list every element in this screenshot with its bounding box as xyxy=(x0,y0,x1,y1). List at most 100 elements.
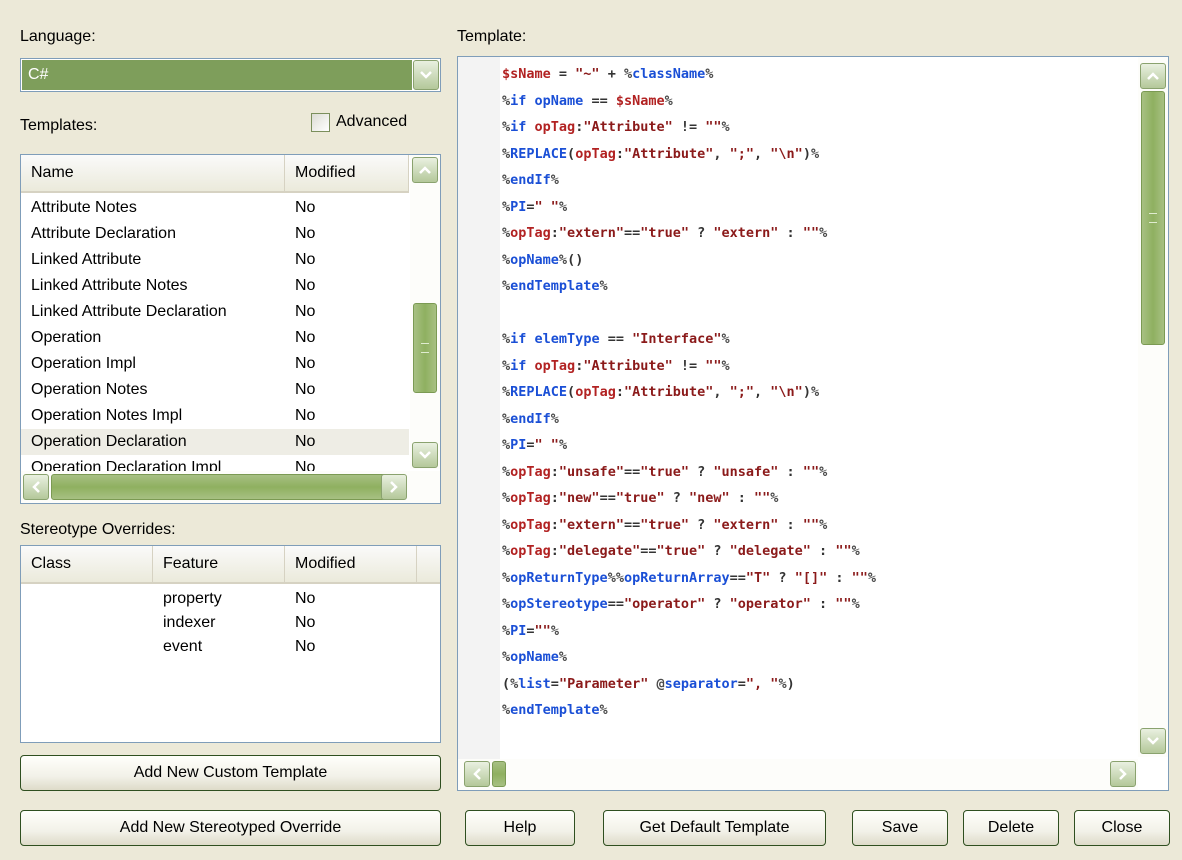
templates-listview[interactable]: Name Modified Attribute Notes No Attribute… xyxy=(20,154,441,504)
code-line: %if opTag:"Attribute" != ""% xyxy=(502,357,730,374)
column-header-modified[interactable]: Modified xyxy=(285,546,417,582)
delete-button[interactable]: Delete xyxy=(963,810,1059,846)
column-header-class[interactable]: Class xyxy=(21,546,153,582)
override-list-item[interactable]: indexer No xyxy=(21,610,440,636)
scroll-up-button[interactable] xyxy=(412,157,438,183)
override-list-item[interactable]: property No xyxy=(21,586,440,612)
override-modified: No xyxy=(295,614,316,631)
template-list-item[interactable]: Linked Attribute Notes No xyxy=(21,273,409,299)
override-feature: property xyxy=(163,590,222,607)
editor-hscrollbar[interactable] xyxy=(458,759,1138,790)
override-list-item[interactable]: event No xyxy=(21,634,440,660)
scroll-down-button[interactable] xyxy=(1140,728,1166,754)
close-button[interactable]: Close xyxy=(1074,810,1170,846)
code-line: %if opName == $sName% xyxy=(502,92,673,109)
editor-vscrollbar[interactable] xyxy=(1138,57,1168,757)
add-stereotyped-override-button[interactable]: Add New Stereotyped Override xyxy=(20,810,441,846)
code-line: (%list="Parameter" @separator=", "%) xyxy=(502,675,795,692)
chevron-left-icon xyxy=(473,768,481,780)
template-list-item[interactable]: Linked Attribute Declaration No xyxy=(21,299,409,325)
chevron-up-icon xyxy=(419,166,431,174)
chevron-down-icon xyxy=(420,71,432,79)
scroll-left-button[interactable] xyxy=(464,761,490,787)
column-header-modified[interactable]: Modified xyxy=(285,155,409,191)
advanced-checkbox[interactable] xyxy=(311,113,330,132)
add-custom-template-button[interactable]: Add New Custom Template xyxy=(20,755,441,791)
dropdown-arrow-button[interactable] xyxy=(413,60,439,90)
code-line: %opReturnType%%opReturnArray=="T" ? "[]"… xyxy=(502,569,876,586)
template-name: Operation Declaration xyxy=(31,433,187,450)
template-modified: No xyxy=(295,355,316,372)
chevron-up-icon xyxy=(1147,72,1159,80)
code-line: %if elemType == "Interface"% xyxy=(502,331,730,347)
template-list-item[interactable]: Operation Notes Impl No xyxy=(21,403,409,429)
template-list-item[interactable]: Attribute Declaration No xyxy=(21,221,409,247)
override-feature: event xyxy=(163,638,203,655)
chevron-down-icon xyxy=(1147,737,1159,745)
template-modified: No xyxy=(295,329,316,346)
template-name: Linked Attribute Declaration xyxy=(31,303,227,320)
help-button[interactable]: Help xyxy=(465,810,575,846)
code-line: %endIf% xyxy=(502,410,559,427)
scroll-right-button[interactable] xyxy=(1110,761,1136,787)
override-modified: No xyxy=(295,638,316,655)
template-name: Linked Attribute Notes xyxy=(31,277,188,294)
scroll-right-button[interactable] xyxy=(381,474,407,500)
templates-hscrollbar[interactable] xyxy=(21,471,440,503)
template-modified: No xyxy=(295,225,316,242)
override-modified: No xyxy=(295,590,316,607)
code-line: %opTag:"new"=="true" ? "new" : ""% xyxy=(502,490,779,506)
templates-vscrollbar[interactable] xyxy=(410,155,440,469)
template-code-editor[interactable]: $sName = "~" + %className% %if opName == … xyxy=(457,56,1169,791)
language-dropdown[interactable]: C# xyxy=(20,58,441,92)
template-list-item[interactable]: Operation Notes No xyxy=(21,377,409,403)
template-name: Linked Attribute xyxy=(31,251,142,268)
template-modified: No xyxy=(295,277,316,294)
code-line: %opName%() xyxy=(502,251,584,268)
advanced-label: Advanced xyxy=(336,113,408,130)
code-line: %opTag:"extern"=="true" ? "extern" : ""% xyxy=(502,225,828,241)
template-name: Operation Notes Impl xyxy=(31,407,183,424)
template-list-item[interactable]: Operation Impl No xyxy=(21,351,409,377)
template-modified: No xyxy=(295,251,316,268)
template-modified: No xyxy=(295,199,316,216)
template-list-item[interactable]: Operation Declaration No xyxy=(21,429,409,455)
templates-header: Name Modified xyxy=(21,155,409,193)
template-list-item[interactable]: Operation No xyxy=(21,325,409,351)
stereotype-overrides-label: Stereotype Overrides: xyxy=(20,521,176,538)
hscroll-thumb[interactable] xyxy=(51,474,395,500)
get-default-template-button[interactable]: Get Default Template xyxy=(603,810,826,846)
template-name: Operation Impl xyxy=(31,355,136,372)
code-line: %opTag:"extern"=="true" ? "extern" : ""% xyxy=(502,516,828,533)
template-list-item[interactable]: Linked Attribute No xyxy=(21,247,409,273)
column-header-feature[interactable]: Feature xyxy=(153,546,285,582)
code-line: %REPLACE(opTag:"Attribute", ";", "\n")% xyxy=(502,145,820,162)
code-line: %opName% xyxy=(502,649,568,665)
scroll-down-button[interactable] xyxy=(412,442,438,468)
scroll-up-button[interactable] xyxy=(1140,63,1166,89)
scroll-thumb[interactable] xyxy=(1141,91,1165,345)
chevron-left-icon xyxy=(32,481,40,493)
stereotype-overrides-listview[interactable]: Class Feature Modified property No indexer… xyxy=(20,545,441,743)
code-line: %opStereotype=="operator" ? "operator" :… xyxy=(502,596,860,612)
template-name: Attribute Notes xyxy=(31,199,137,216)
hscroll-thumb[interactable] xyxy=(492,761,506,787)
template-name: Operation xyxy=(31,329,102,346)
column-header-name[interactable]: Name xyxy=(21,155,285,191)
scroll-thumb[interactable] xyxy=(413,303,437,393)
save-button[interactable]: Save xyxy=(852,810,948,846)
template-modified: No xyxy=(295,433,316,450)
templates-label: Templates: xyxy=(20,117,98,134)
template-list-item[interactable]: Attribute Notes No xyxy=(21,195,409,221)
scroll-left-button[interactable] xyxy=(23,474,49,500)
code-line: %PI=""% xyxy=(502,622,559,639)
code-line: %endTemplate% xyxy=(502,278,608,294)
chevron-down-icon xyxy=(419,451,431,459)
code-line: %opTag:"delegate"=="true" ? "delegate" :… xyxy=(502,543,860,559)
override-feature: indexer xyxy=(163,614,216,631)
code-line: %REPLACE(opTag:"Attribute", ";", "\n")% xyxy=(502,384,820,400)
code-line: $sName = "~" + %className% xyxy=(502,66,714,82)
chevron-right-icon xyxy=(1119,768,1127,780)
code-line: %PI=" "% xyxy=(502,198,568,215)
code-line: %PI=" "% xyxy=(502,437,568,453)
